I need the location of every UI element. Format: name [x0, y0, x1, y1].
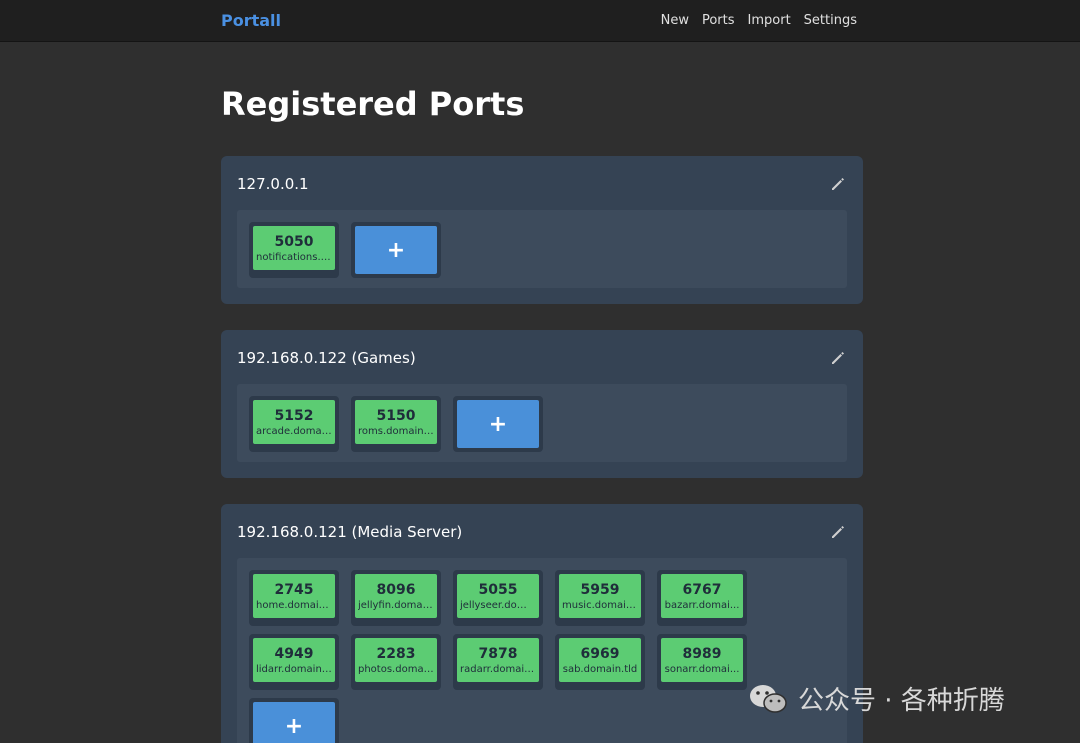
ports-area: 5152 arcade.domai... 5150 roms.domain...…: [237, 384, 847, 462]
port-domain: sonarr.domai...: [664, 663, 740, 675]
pencil-icon[interactable]: [829, 175, 847, 193]
port-domain: jellyseer.dom...: [460, 599, 536, 611]
nav-links: New Ports Import Settings: [661, 13, 857, 28]
add-port-button[interactable]: +: [351, 222, 441, 278]
port-tile[interactable]: 8096 jellyfin.domai...: [351, 570, 441, 626]
nav-link-settings[interactable]: Settings: [804, 13, 857, 28]
port-domain: lidarr.domain....: [256, 663, 332, 675]
port-domain: sab.domain.tld: [562, 663, 638, 675]
host-name: 192.168.0.121 (Media Server): [237, 523, 463, 541]
host-header: 192.168.0.122 (Games): [237, 346, 847, 370]
port-badge: 8096 jellyfin.domai...: [355, 574, 437, 618]
port-domain: music.domain....: [562, 599, 638, 611]
port-tile[interactable]: 5050 notifications.d...: [249, 222, 339, 278]
port-badge: 5150 roms.domain....: [355, 400, 437, 444]
port-badge: 7878 radarr.domain....: [457, 638, 539, 682]
port-badge: 5055 jellyseer.dom...: [457, 574, 539, 618]
port-tile[interactable]: 5150 roms.domain....: [351, 396, 441, 452]
port-number: 8989: [682, 645, 722, 662]
port-badge: 6767 bazarr.domai...: [661, 574, 743, 618]
port-tile[interactable]: 7878 radarr.domain....: [453, 634, 543, 690]
port-number: 5152: [274, 407, 314, 424]
plus-icon: +: [457, 400, 539, 448]
port-domain: notifications.d...: [256, 251, 332, 263]
port-badge: 2745 home.domain....: [253, 574, 335, 618]
port-number: 2283: [376, 645, 416, 662]
port-domain: radarr.domain....: [460, 663, 536, 675]
port-domain: bazarr.domai...: [664, 599, 740, 611]
host-name: 192.168.0.122 (Games): [237, 349, 416, 367]
watermark-text: 公众号 · 各种折腾: [798, 686, 1005, 716]
port-tile[interactable]: 5959 music.domain....: [555, 570, 645, 626]
port-number: 6767: [682, 581, 722, 598]
port-badge: 8989 sonarr.domai...: [661, 638, 743, 682]
add-port-button[interactable]: +: [453, 396, 543, 452]
port-tile[interactable]: 2745 home.domain....: [249, 570, 339, 626]
page-title: Registered Ports: [221, 85, 525, 123]
host-card: 127.0.0.1 5050 notifications.d... +: [221, 156, 863, 304]
port-tile[interactable]: 4949 lidarr.domain....: [249, 634, 339, 690]
port-badge: 5050 notifications.d...: [253, 226, 335, 270]
host-name: 127.0.0.1: [237, 175, 309, 193]
port-number: 6969: [580, 645, 620, 662]
port-tile[interactable]: 8989 sonarr.domai...: [657, 634, 747, 690]
port-number: 5150: [376, 407, 416, 424]
port-number: 8096: [376, 581, 416, 598]
port-number: 5959: [580, 581, 620, 598]
port-badge: 4949 lidarr.domain....: [253, 638, 335, 682]
port-domain: roms.domain....: [358, 425, 434, 437]
nav-link-new[interactable]: New: [661, 13, 689, 28]
port-badge: 6969 sab.domain.tld: [559, 638, 641, 682]
pencil-icon[interactable]: [829, 523, 847, 541]
port-domain: arcade.domai...: [256, 425, 332, 437]
add-port-button[interactable]: +: [249, 698, 339, 743]
port-tile[interactable]: 5055 jellyseer.dom...: [453, 570, 543, 626]
port-tile[interactable]: 5152 arcade.domai...: [249, 396, 339, 452]
port-number: 2745: [274, 581, 314, 598]
port-tile[interactable]: 6969 sab.domain.tld: [555, 634, 645, 690]
plus-icon: +: [355, 226, 437, 274]
watermark: 公众号 · 各种折腾: [748, 680, 1005, 717]
port-number: 5050: [274, 233, 314, 250]
port-badge: 5152 arcade.domai...: [253, 400, 335, 444]
navbar-inner: Portall New Ports Import Settings: [221, 11, 857, 30]
pencil-icon[interactable]: [829, 349, 847, 367]
ports-area: 5050 notifications.d... +: [237, 210, 847, 288]
port-domain: home.domain....: [256, 599, 332, 611]
port-tile[interactable]: 6767 bazarr.domai...: [657, 570, 747, 626]
port-number: 5055: [478, 581, 518, 598]
navbar: Portall New Ports Import Settings: [0, 0, 1080, 42]
port-number: 7878: [478, 645, 518, 662]
host-header: 192.168.0.121 (Media Server): [237, 520, 847, 544]
nav-link-ports[interactable]: Ports: [702, 13, 735, 28]
port-domain: jellyfin.domai...: [358, 599, 434, 611]
host-header: 127.0.0.1: [237, 172, 847, 196]
port-tile[interactable]: 2283 photos.domai...: [351, 634, 441, 690]
wechat-icon: [750, 684, 787, 713]
brand-logo[interactable]: Portall: [221, 11, 281, 30]
port-domain: photos.domai...: [358, 663, 434, 675]
plus-icon: +: [253, 702, 335, 743]
main-content: Registered Ports 127.0.0.1 5050 notifica…: [221, 84, 863, 743]
port-badge: 2283 photos.domai...: [355, 638, 437, 682]
port-badge: 5959 music.domain....: [559, 574, 641, 618]
nav-link-import[interactable]: Import: [748, 13, 791, 28]
port-number: 4949: [274, 645, 314, 662]
host-card: 192.168.0.122 (Games) 5152 arcade.domai.…: [221, 330, 863, 478]
